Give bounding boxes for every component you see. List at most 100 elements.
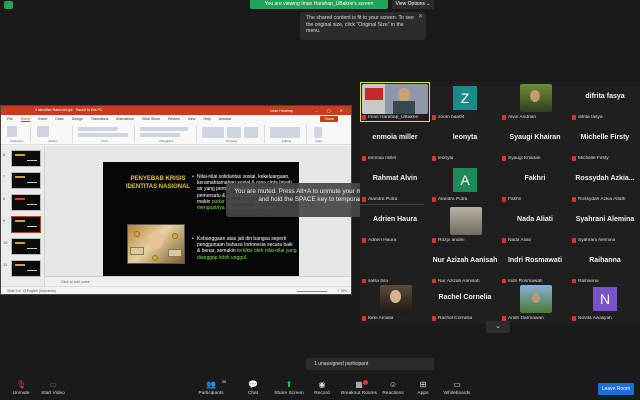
participant-tile[interactable]: Rahmat Alvin Alandra Putra [360, 164, 430, 204]
thumb-line [27, 204, 37, 205]
ppt-tab: File [7, 117, 13, 121]
muted-mic-icon [362, 197, 366, 202]
participant-tile[interactable]: Z zoom baa04 [430, 82, 500, 122]
participant-tile[interactable]: Rossydah Azkia... Rossydah Azkia Alfath [570, 164, 640, 204]
participant-tile[interactable]: Andri Darmawan [500, 283, 570, 323]
ppt-tab: Home [20, 117, 31, 122]
participant-tile[interactable]: Rachel Cornelia Rachel Cornelia [430, 283, 500, 323]
participant-tile[interactable]: Kirei Amalia [360, 283, 430, 323]
participant-tile[interactable]: Raihanna Raihanna [570, 246, 640, 286]
participant-display-name: Syahrani Alemina [575, 216, 635, 223]
participant-tile[interactable]: salsa bila [360, 246, 430, 286]
apps-label: Apps [417, 391, 429, 396]
participant-display-name: Syaugi Khairan [509, 134, 561, 141]
participant-name: Alandra Putra [438, 197, 468, 202]
presenter-body [393, 101, 415, 114]
participant-tile[interactable]: Rozpi andini [430, 205, 500, 245]
person-head [530, 90, 540, 102]
ribbon-group-label: Font [101, 139, 108, 143]
participant-tile[interactable]: difrita fasya difrita fasya [570, 82, 640, 122]
thumb-number: 11 [3, 262, 8, 267]
whiteboards-button[interactable]: ▭ Whiteboards [438, 380, 476, 399]
muted-mic-icon [502, 115, 506, 120]
muted-mic-icon [432, 156, 436, 161]
ppt-tab: Design [71, 117, 83, 121]
video-feed [362, 84, 428, 114]
thumb-title [15, 198, 25, 200]
apps-button[interactable]: ⊞ Apps [404, 380, 442, 399]
viewing-screen-banner: You are viewing Iman Harahap_UBakrie's s… [250, 0, 388, 9]
close-icon[interactable]: ✕ [418, 14, 423, 21]
leave-room-button[interactable]: Leave Room [598, 383, 634, 395]
thumb-line [27, 160, 37, 161]
ribbon-group: Clipboard [3, 125, 31, 143]
thumb-number: 7 [3, 174, 6, 179]
ppt-tab: Slide Show [141, 117, 160, 121]
participant-display-name: leonyta [452, 134, 478, 141]
view-options-button[interactable]: View Options ⌄ [392, 0, 434, 9]
participants-button[interactable]: 👥 58 Participants [192, 380, 230, 399]
presenter-face [398, 88, 410, 102]
shapes-icon [202, 127, 224, 138]
muted-mic-icon [362, 156, 366, 161]
participant-display-name: enmoia miller [372, 134, 418, 141]
thumb-line [27, 248, 37, 249]
zoom-slider [297, 291, 327, 292]
unassigned-participant-notice[interactable]: 1 unassigned participant [306, 358, 434, 370]
participant-name: zoom baa04 [438, 115, 465, 120]
tooltip-text: The shared content is fit to your screen… [306, 15, 414, 34]
participant-tile[interactable]: A Alandra Putra [430, 164, 500, 204]
start-video-label: Start Video [41, 391, 65, 396]
ribbon-group: Slides [33, 125, 73, 143]
participant-name: Alandra Putra [368, 197, 398, 202]
participant-name: Rozpi andini [438, 238, 465, 243]
person-head [390, 290, 401, 303]
record-label: Record [314, 391, 330, 396]
quick-styles-icon [244, 127, 258, 138]
share-screen-icon: ⬆ [285, 380, 293, 389]
participant-tile[interactable]: Fakhri Fakhri [500, 164, 570, 204]
chat-button[interactable]: 💬 Chat [234, 380, 272, 399]
participant-name: difrita fasya [578, 115, 603, 120]
muted-mic-icon [502, 156, 506, 161]
muted-mic-icon [572, 197, 576, 202]
participant-tile[interactable]: Alvin Andrian [500, 82, 570, 122]
participant-name: enmoia miller [368, 156, 397, 161]
participants-count: 58 [222, 380, 226, 384]
participant-tile[interactable]: Nada Aliati Nada Aliati [500, 205, 570, 245]
whiteboard-icon: ▭ [453, 380, 461, 389]
image-coin [134, 231, 140, 237]
participant-display-name: Nada Aliati [517, 216, 553, 223]
participant-tile[interactable]: Syahrani Alemina Syahrani Alemina [570, 205, 640, 245]
participant-tile[interactable]: Adrien Haura Adrien Haura [360, 205, 430, 245]
image-coin [172, 233, 178, 239]
muted-mic-icon [502, 238, 506, 243]
participant-name: Adrien Haura [368, 238, 397, 243]
record-button[interactable]: ◉ Record [303, 380, 341, 399]
participant-tile[interactable]: Michelle Firsty Michelle Firsty [570, 123, 640, 163]
participant-tile[interactable]: Nur Azizah Aanisah Nur Azizah Aanisah [430, 246, 500, 286]
thumb-title [15, 242, 25, 244]
participant-tile[interactable]: Syaugi Khairan Syaugi Khairan [500, 123, 570, 163]
slide-image [127, 224, 185, 264]
ppt-tab: Draw [55, 117, 64, 121]
slide-thumbnail [11, 172, 41, 189]
participant-name: Fakhri [508, 197, 522, 202]
participant-display-name: Adrien Haura [373, 216, 417, 223]
person-head [532, 293, 540, 303]
start-video-button[interactable]: ▭ Start Video [34, 380, 72, 399]
participant-display-name: Michelle Firsty [580, 134, 630, 141]
security-shield-icon[interactable] [4, 1, 13, 9]
muted-mic-icon [432, 238, 436, 243]
slide-thumbnail [11, 150, 41, 167]
align-icon [140, 133, 180, 137]
participant-tile[interactable]: leonyta leonyta [430, 123, 500, 163]
slide-thumbnail [11, 260, 41, 277]
participant-tile[interactable]: N Novita Awaliyah [570, 283, 640, 323]
participant-tile[interactable]: Iman Harahap_UBakrie [360, 82, 430, 122]
participant-tile[interactable]: Indri Rosmawati Indri Rosmawati [500, 246, 570, 286]
chevron-down-icon[interactable]: ⌄ [486, 321, 510, 333]
participant-name: Andri Darmawan [508, 316, 544, 321]
participant-tile[interactable]: enmoia miller enmoia miller [360, 123, 430, 163]
avatar: N [593, 287, 617, 311]
